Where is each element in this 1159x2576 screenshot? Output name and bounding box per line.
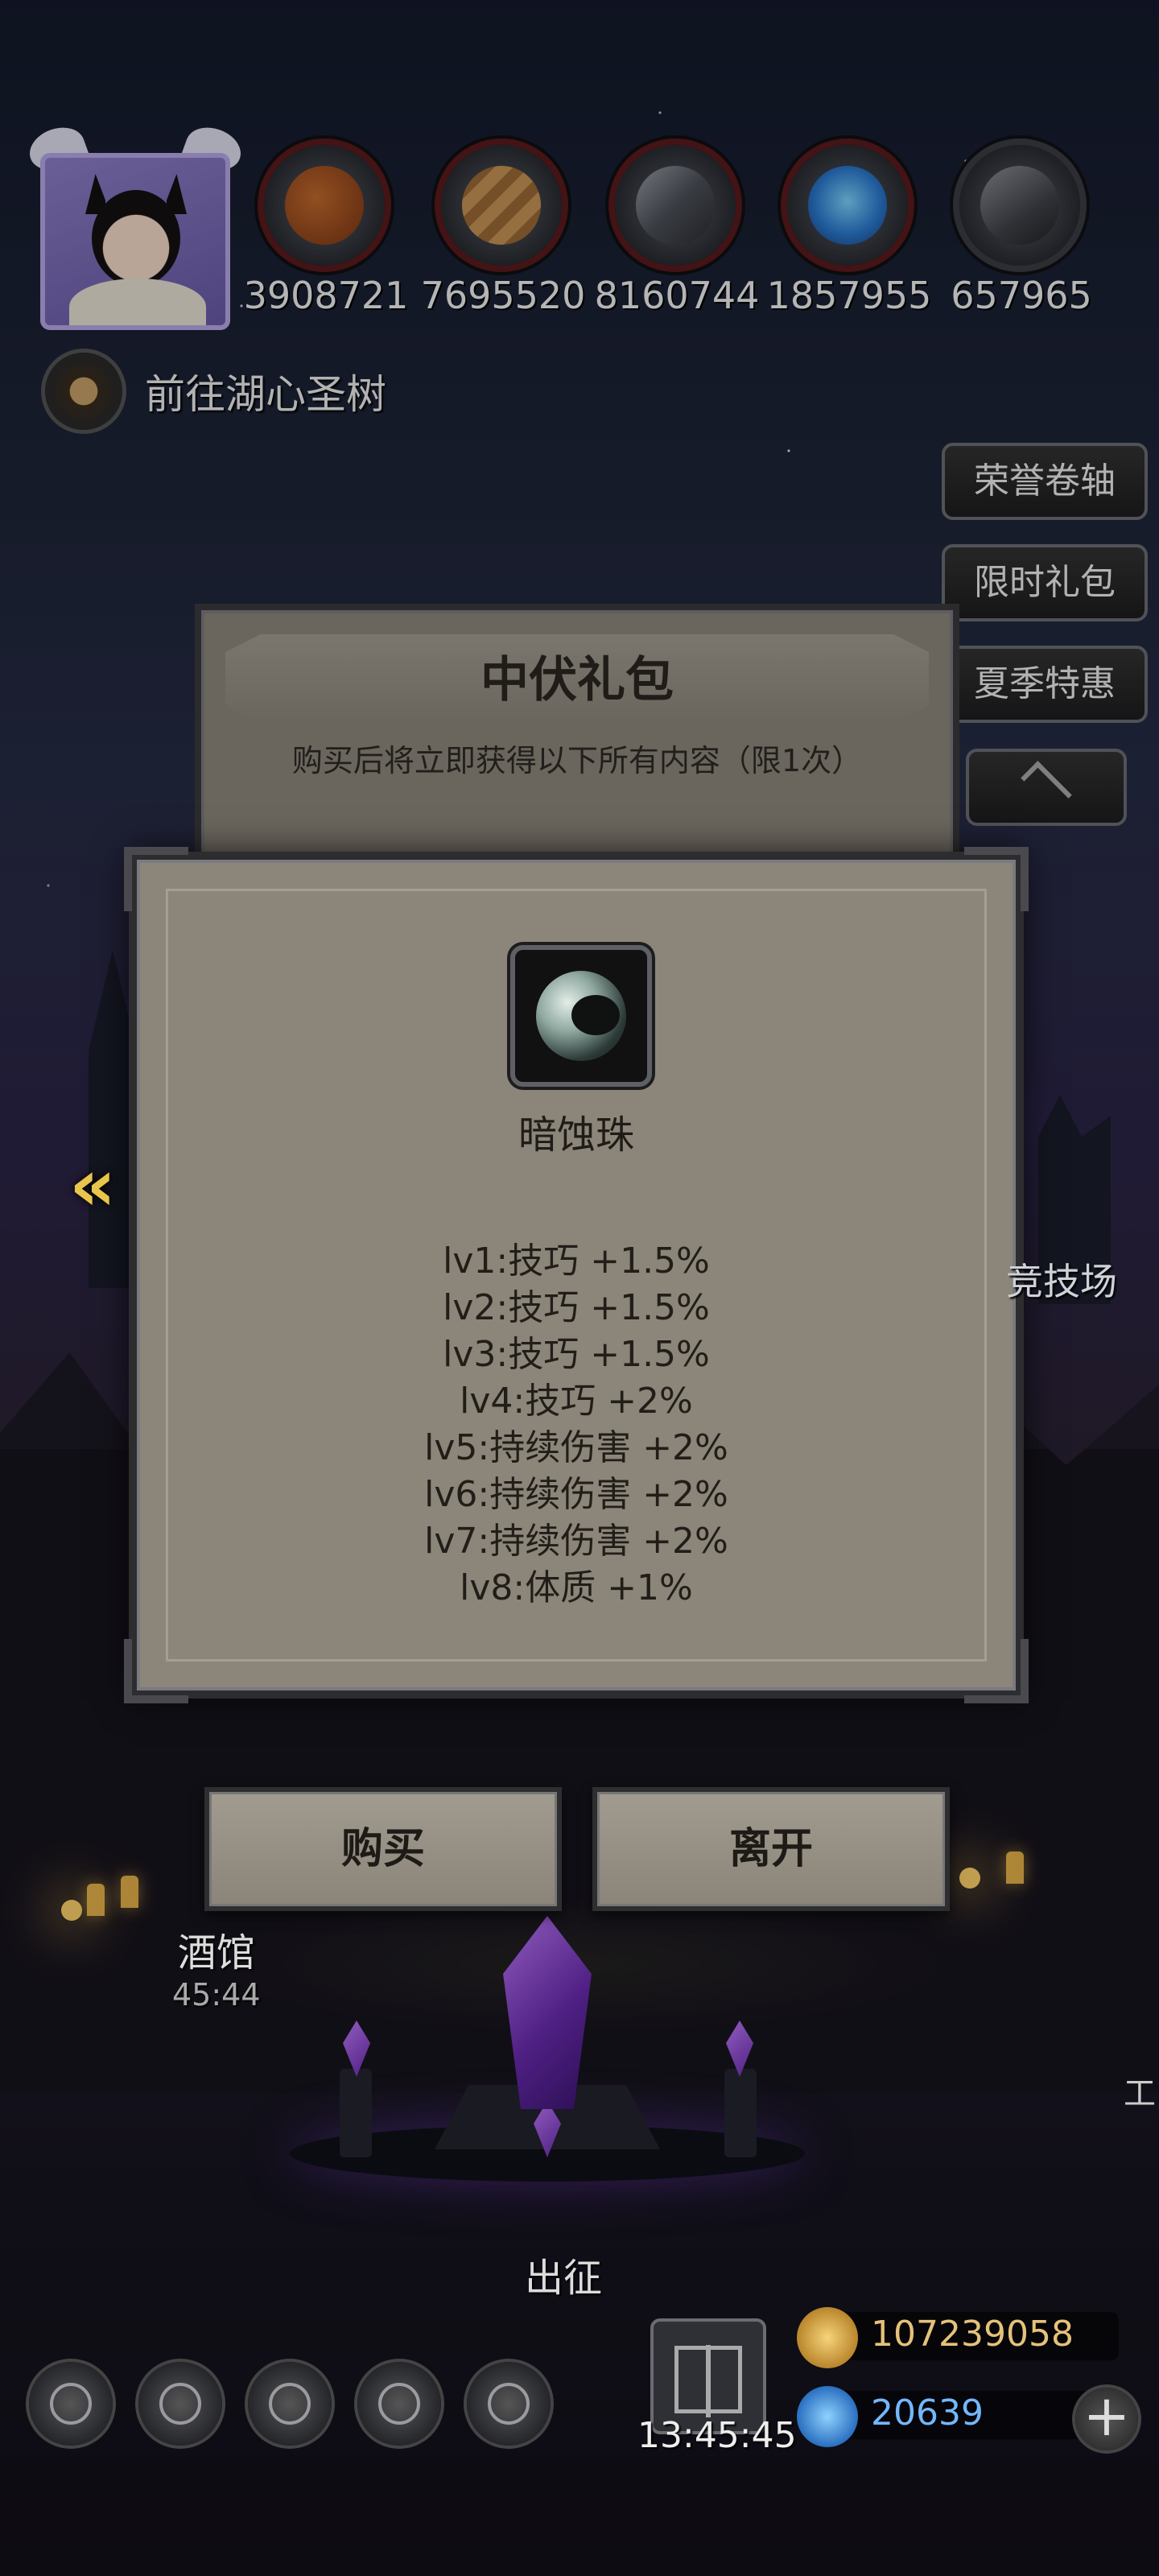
arena-label[interactable]: 竞技场	[1006, 1253, 1117, 1306]
main-crystal	[503, 1916, 592, 2109]
item-name: 暗蚀珠	[518, 1113, 634, 1158]
mail-icon[interactable]	[357, 2362, 441, 2446]
item-stats-list: lv1:技巧 +1.5% lv2:技巧 +1.5% lv3:技巧 +1.5% l…	[137, 1238, 1016, 1612]
collapse-menu-button[interactable]	[966, 749, 1127, 826]
settings-gear-icon[interactable]	[29, 2362, 113, 2446]
resource-crystal[interactable]: 1857955	[765, 145, 934, 322]
avatar-body	[69, 279, 206, 325]
limited-pack-button[interactable]: 限时礼包	[942, 544, 1148, 621]
altar-post	[340, 2069, 372, 2157]
gold-currency: 107239058	[797, 2307, 1127, 2368]
gold-amount: 107239058	[871, 2314, 1074, 2355]
add-gems-button[interactable]: +	[1075, 2388, 1138, 2450]
box-icon[interactable]	[467, 2362, 551, 2446]
gem-icon	[797, 2386, 858, 2447]
crystal-icon	[787, 145, 908, 266]
quest-text: 前往湖心圣树	[145, 371, 386, 418]
window-light	[1006, 1852, 1024, 1884]
leave-button[interactable]: 离开	[592, 1787, 950, 1911]
altar-post	[724, 2069, 757, 2157]
item-detail-dialog: 暗蚀珠 lv1:技巧 +1.5% lv2:技巧 +1.5% lv3:技巧 +1.…	[124, 847, 1029, 1703]
quest-tracker[interactable]: 前往湖心圣树	[45, 351, 386, 431]
offscreen-building-label: 工	[1124, 2075, 1156, 2112]
double-chevron-left-icon[interactable]: «	[69, 1143, 116, 1228]
resource-bar: 3908721 7695520 8160744 1857955 657965	[241, 145, 1143, 322]
item-stat: lv8:体质 +1%	[460, 1567, 693, 1608]
gem-amount: 20639	[871, 2392, 984, 2434]
meat-icon	[264, 145, 385, 266]
item-stat: lv7:持续伤害 +2%	[424, 1521, 728, 1562]
summer-sale-button[interactable]: 夏季特惠	[942, 646, 1148, 723]
player-avatar[interactable]	[23, 120, 247, 335]
avatar-face	[92, 190, 180, 287]
dark-orb-icon	[536, 971, 626, 1061]
item-icon-frame	[510, 945, 652, 1087]
item-stat: lv6:持续伤害 +2%	[424, 1474, 728, 1515]
gift-timer: 13:45:45	[637, 2415, 797, 2456]
resource-value: 3908721	[243, 274, 409, 317]
dialog-title: 中伏礼包	[481, 652, 674, 708]
wood-icon	[441, 145, 562, 266]
gift-pack-dialog: 中伏礼包 购买后将立即获得以下所有内容（限1次）	[195, 604, 959, 869]
buy-button[interactable]: 购买	[204, 1787, 562, 1911]
item-stat: lv2:技巧 +1.5%	[443, 1287, 710, 1328]
resource-wood[interactable]: 7695520	[419, 145, 588, 322]
scroll-icon	[45, 353, 122, 430]
resource-value: 1857955	[766, 274, 932, 317]
street-lamp	[959, 1868, 980, 1889]
iron-icon	[615, 145, 736, 266]
map-icon[interactable]	[248, 2362, 332, 2446]
resource-value: 657965	[951, 274, 1092, 317]
ore-icon	[959, 145, 1080, 266]
depart-label[interactable]: 出征	[493, 2246, 634, 2302]
resource-value: 7695520	[420, 274, 586, 317]
gold-coin-icon	[797, 2307, 858, 2368]
item-stat: lv5:持续伤害 +2%	[424, 1427, 728, 1468]
crystal-altar[interactable]	[290, 1900, 805, 2238]
star-icon[interactable]	[138, 2362, 222, 2446]
item-stat: lv1:技巧 +1.5%	[443, 1241, 710, 1282]
resource-meat[interactable]: 3908721	[241, 145, 410, 322]
tavern-timer: 45:44	[172, 1977, 261, 2013]
chevron-up-icon	[1021, 761, 1072, 812]
item-stat: lv3:技巧 +1.5%	[443, 1334, 710, 1375]
dialog-description: 购买后将立即获得以下所有内容（限1次）	[291, 743, 863, 778]
resource-iron[interactable]: 8160744	[592, 145, 761, 322]
tavern-building[interactable]: 酒馆 45:44	[172, 1921, 261, 2013]
honor-scroll-button[interactable]: 荣誉卷轴	[942, 443, 1148, 520]
item-stat: lv4:技巧 +2%	[460, 1381, 693, 1422]
avatar-portrait	[40, 153, 230, 330]
tavern-label: 酒馆	[177, 1930, 255, 1975]
resource-ore[interactable]: 657965	[937, 145, 1106, 322]
resource-value: 8160744	[594, 274, 760, 317]
